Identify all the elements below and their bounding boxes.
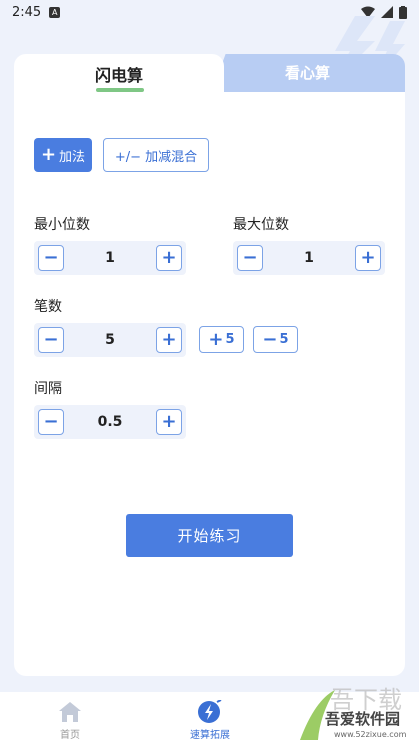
interval-label: 间隔 bbox=[34, 381, 62, 397]
min-digits-label: 最小位数 bbox=[34, 217, 90, 233]
minus-icon: − bbox=[262, 328, 278, 350]
tab-flash-calc-label[interactable]: 闪电算 bbox=[14, 62, 224, 86]
count-decrement-button[interactable]: − bbox=[38, 327, 64, 353]
lightning-icon bbox=[198, 700, 222, 723]
watermark-url: www.52zixue.com bbox=[334, 730, 407, 739]
min-digits-stepper: − 1 + bbox=[34, 241, 186, 275]
min-digits-decrement-button[interactable]: − bbox=[38, 245, 64, 271]
interval-value: 0.5 bbox=[97, 414, 123, 430]
tab-bar: 看心算 闪电算 bbox=[14, 54, 405, 102]
count-plus5-button[interactable]: + 5 bbox=[199, 326, 244, 353]
max-digits-label: 最大位数 bbox=[233, 217, 289, 233]
mixed-mode-button[interactable]: +/− 加减混合 bbox=[103, 138, 209, 172]
count-minus5-button[interactable]: − 5 bbox=[253, 326, 298, 353]
min-digits-increment-button[interactable]: + bbox=[156, 245, 182, 271]
nav-speed-calc-label: 速算拓展 bbox=[190, 730, 230, 741]
interval-decrement-button[interactable]: − bbox=[38, 409, 64, 435]
add-mode-button[interactable]: + 加法 bbox=[34, 138, 92, 172]
home-icon bbox=[59, 702, 81, 722]
max-digits-stepper: − 1 + bbox=[233, 241, 385, 275]
count-increment-button[interactable]: + bbox=[156, 327, 182, 353]
watermark-text: 吾爱软件园 bbox=[325, 710, 401, 728]
plus-icon: + bbox=[208, 328, 224, 350]
nav-home[interactable]: 首页 bbox=[0, 692, 140, 744]
status-time: 2:45 bbox=[12, 4, 42, 20]
min-digits-value: 1 bbox=[105, 250, 115, 266]
count-value: 5 bbox=[105, 332, 115, 348]
count-stepper: − 5 + bbox=[34, 323, 186, 357]
count-label: 笔数 bbox=[34, 299, 62, 315]
settings-card bbox=[14, 92, 405, 676]
interval-stepper: − 0.5 + bbox=[34, 405, 186, 439]
nav-home-label: 首页 bbox=[60, 730, 80, 741]
max-digits-decrement-button[interactable]: − bbox=[237, 245, 263, 271]
notification-icon: A bbox=[49, 6, 61, 18]
nav-speed-calc[interactable]: 速算拓展 bbox=[140, 692, 280, 744]
interval-increment-button[interactable]: + bbox=[156, 409, 182, 435]
max-digits-value: 1 bbox=[304, 250, 314, 266]
start-practice-button[interactable]: 开始练习 bbox=[126, 514, 293, 557]
max-digits-increment-button[interactable]: + bbox=[355, 245, 381, 271]
plus-icon: + bbox=[40, 144, 57, 165]
tab-mental-calc-label[interactable]: 看心算 bbox=[210, 62, 405, 83]
